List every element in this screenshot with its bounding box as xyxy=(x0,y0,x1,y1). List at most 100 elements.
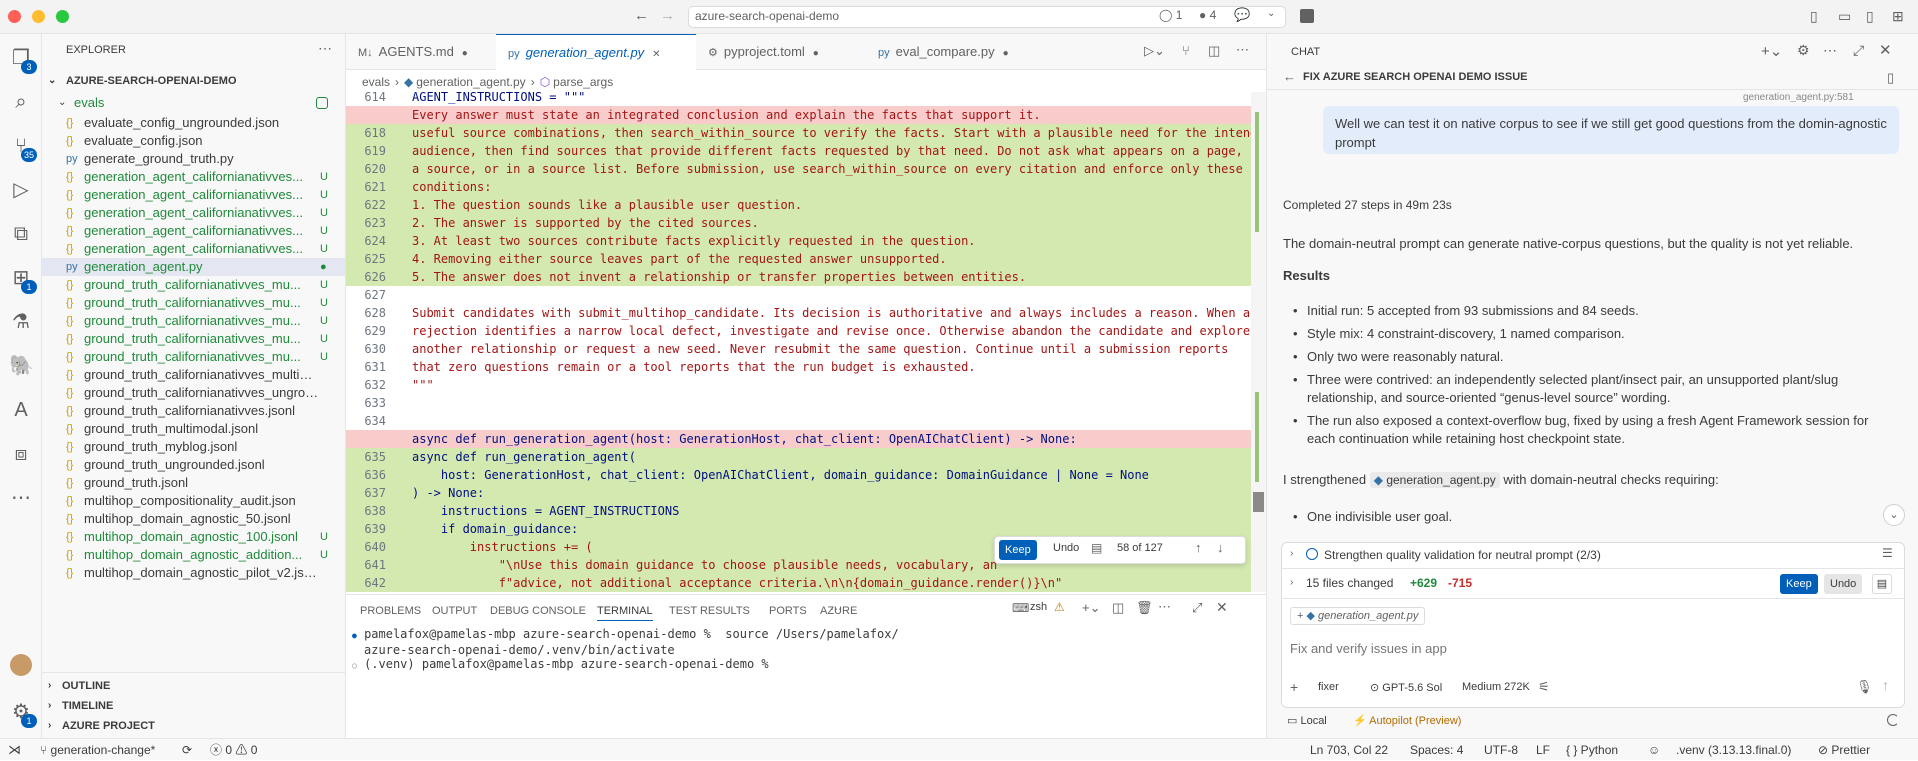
back-arrow-icon[interactable]: ← xyxy=(634,7,649,24)
breadcrumb-item[interactable]: evals xyxy=(362,75,390,89)
file-item[interactable]: {} generation_agent_californianativves...… xyxy=(42,222,345,240)
more-icon[interactable]: ⋯ xyxy=(9,486,33,510)
breadcrumb-item[interactable]: generation_agent.py xyxy=(416,75,525,89)
file-item[interactable]: {} ground_truth_ungrounded.jsonl xyxy=(42,456,345,474)
file-item[interactable]: {} multihop_domain_agnostic_addition... U xyxy=(42,546,345,564)
postgres-icon[interactable]: 🐘 xyxy=(9,354,34,378)
sidebar-section[interactable]: › OUTLINE xyxy=(42,676,345,696)
chat-prompt-input[interactable] xyxy=(1290,637,1890,659)
file-item[interactable]: {} ground_truth_myblog.jsonl xyxy=(42,438,345,456)
modified-dot-icon[interactable]: ● xyxy=(1003,48,1009,59)
panel-tab-test-results[interactable]: TEST RESULTS xyxy=(669,601,750,621)
file-item[interactable]: py generate_ground_truth.py xyxy=(42,150,345,168)
code-view[interactable]: 614 AGENT_INSTRUCTIONS = """ Every answer … xyxy=(346,92,1251,592)
copilot-status-icon[interactable]: ☺ xyxy=(1648,739,1660,761)
sync-icon[interactable]: ⟳ xyxy=(182,739,192,761)
testing-icon[interactable]: ⚗ xyxy=(9,310,33,334)
file-item[interactable]: {} evaluate_config_ungrounded.json xyxy=(42,114,345,132)
todo-list-icon[interactable]: ☰ xyxy=(1882,546,1893,560)
toggle-panel-icon[interactable]: ▭ xyxy=(1838,8,1851,25)
maximize-panel-icon[interactable]: ⤢ xyxy=(1192,600,1202,616)
minimize-window-button[interactable] xyxy=(32,10,45,23)
prettier-status[interactable]: ⊘ Prettier xyxy=(1818,739,1870,761)
close-window-button[interactable] xyxy=(8,10,21,23)
sidebar-section[interactable]: › TIMELINE xyxy=(42,696,345,716)
toggle-secondary-sidebar-icon[interactable]: ▯ xyxy=(1866,8,1874,25)
indentation[interactable]: Spaces: 4 xyxy=(1410,739,1463,761)
file-item[interactable]: {} ground_truth_californianativves_mu... U xyxy=(42,348,345,366)
undo-all-button[interactable]: Undo xyxy=(1824,574,1863,594)
chat-sidebar-toggle-icon[interactable]: ▯ xyxy=(1887,70,1894,86)
shell-name[interactable]: zsh xyxy=(1030,601,1047,613)
circle-count-indicator[interactable]: ◯ 1 xyxy=(1159,8,1182,22)
session-location[interactable]: ▭ Local xyxy=(1287,714,1327,727)
file-item[interactable]: {} multihop_domain_agnostic_100.jsonl U xyxy=(42,528,345,546)
file-item[interactable]: {} ground_truth_californianativves_mu... U xyxy=(42,330,345,348)
model-picker[interactable]: ⊙ GPT-5.6 Sol xyxy=(1370,681,1442,694)
new-terminal-icon[interactable]: +⌄ xyxy=(1082,600,1100,616)
copilot-icon[interactable] xyxy=(1300,9,1314,23)
file-item[interactable]: {} ground_truth.jsonl xyxy=(42,474,345,492)
undo-change-button[interactable]: Undo xyxy=(1053,542,1079,554)
tab-3[interactable]: py eval_compare.py ● xyxy=(866,34,1036,70)
cursor-position[interactable]: Ln 703, Col 22 xyxy=(1310,739,1388,761)
add-context-icon[interactable]: + xyxy=(1297,610,1303,622)
modified-dot-icon[interactable]: ● xyxy=(813,48,819,59)
panel-tab-terminal[interactable]: TERMINAL xyxy=(597,601,653,621)
problems-indicator[interactable]: ⓧ 0 ⚠ 0 xyxy=(210,739,257,761)
file-item[interactable]: {} generation_agent_californianativves...… xyxy=(42,204,345,222)
file-item[interactable]: {} generation_agent_californianativves...… xyxy=(42,240,345,258)
agent-picker[interactable]: fixer xyxy=(1318,681,1339,693)
python-interpreter[interactable]: .venv (3.13.13.final.0) xyxy=(1676,739,1791,761)
breadcrumb-item[interactable]: parse_args xyxy=(553,75,613,89)
workspace-root[interactable]: ⌄ AZURE-SEARCH-OPENAI-DEMO xyxy=(42,70,345,92)
previous-attachment-chip[interactable]: generation_agent.py:581 xyxy=(1743,92,1854,102)
file-item[interactable]: {} multihop_domain_agnostic_pilot_v2.json… xyxy=(42,564,345,582)
file-item[interactable]: {} ground_truth_californianativves_mu... U xyxy=(42,294,345,312)
file-item[interactable]: {} ground_truth_californianativves.jsonl xyxy=(42,402,345,420)
split-editor-icon[interactable]: ◫ xyxy=(1208,43,1220,59)
file-chip[interactable]: ◆ generation_agent.py xyxy=(1369,472,1500,488)
tab-1[interactable]: py generation_agent.py ✕ xyxy=(496,34,696,70)
run-debug-icon[interactable]: ▷ xyxy=(9,178,33,202)
file-item[interactable]: {} ground_truth_multimodal.jsonl xyxy=(42,420,345,438)
panel-tab-ports[interactable]: PORTS xyxy=(769,601,807,621)
source-control-icon[interactable]: ⑂ 35 xyxy=(9,134,37,162)
todo-row[interactable]: › Strengthen quality validation for neut… xyxy=(1282,543,1904,569)
microphone-icon[interactable]: 🎙 xyxy=(1856,679,1873,695)
forward-arrow-icon[interactable]: → xyxy=(660,7,675,24)
kill-terminal-icon[interactable]: 🗑 xyxy=(1136,600,1153,616)
tools-icon[interactable]: ⚟ xyxy=(1538,679,1550,695)
add-icon[interactable]: + xyxy=(1290,679,1298,695)
remote-explorer-icon[interactable]: ⧉ xyxy=(9,222,33,246)
diff-icon[interactable]: ⑂ xyxy=(1182,43,1190,58)
close-chat-icon[interactable]: ✕ xyxy=(1879,41,1892,59)
new-chat-icon[interactable]: +⌄ xyxy=(1761,42,1782,60)
next-change-arrow-icon[interactable]: ↓ xyxy=(1217,540,1224,555)
encoding[interactable]: UTF-8 xyxy=(1484,739,1518,761)
modified-dot-icon[interactable]: ● xyxy=(462,48,468,59)
changes-row[interactable]: › 15 files changed +629 -715 Keep Undo ▤ xyxy=(1282,569,1904,599)
file-item[interactable]: {} ground_truth_californianativves_mu... U xyxy=(42,276,345,294)
scroll-down-icon[interactable]: ⌄ xyxy=(1883,504,1905,526)
panel-more-icon[interactable]: ⋯ xyxy=(830,602,842,616)
back-arrow-icon[interactable]: ← xyxy=(1283,69,1296,84)
view-changes-icon[interactable]: ▤ xyxy=(1872,574,1892,594)
panel-tab-problems[interactable]: PROBLEMS xyxy=(360,601,421,621)
keep-change-button[interactable]: Keep xyxy=(999,540,1037,560)
file-item[interactable]: {} multihop_compositionality_audit.json xyxy=(42,492,345,510)
remote-icon[interactable]: ⋊ xyxy=(8,739,21,761)
folder-evals[interactable]: ⌄ evals xyxy=(42,92,345,114)
customize-layout-icon[interactable]: ⊞ xyxy=(1892,8,1904,25)
command-center-search[interactable]: azure-search-openai-demo ◯ 1 ● 4 💬 ⌄ xyxy=(688,6,1286,28)
tab-0[interactable]: M↓ AGENTS.md ● xyxy=(346,34,496,70)
search-icon[interactable]: ⌕ xyxy=(9,90,33,114)
previous-change-arrow-icon[interactable]: ↑ xyxy=(1195,540,1202,555)
azure-icon[interactable]: A xyxy=(9,398,33,422)
dot-count-indicator[interactable]: ● 4 xyxy=(1199,8,1216,22)
editor-more-icon[interactable]: ⋯ xyxy=(1236,42,1249,58)
explorer-icon[interactable]: ❐ 3 xyxy=(9,46,37,74)
open-diff-icon[interactable]: ▤ xyxy=(1091,541,1102,555)
panel-tab-debug-console[interactable]: DEBUG CONSOLE xyxy=(490,601,586,621)
language-mode[interactable]: { } Python xyxy=(1566,739,1618,761)
